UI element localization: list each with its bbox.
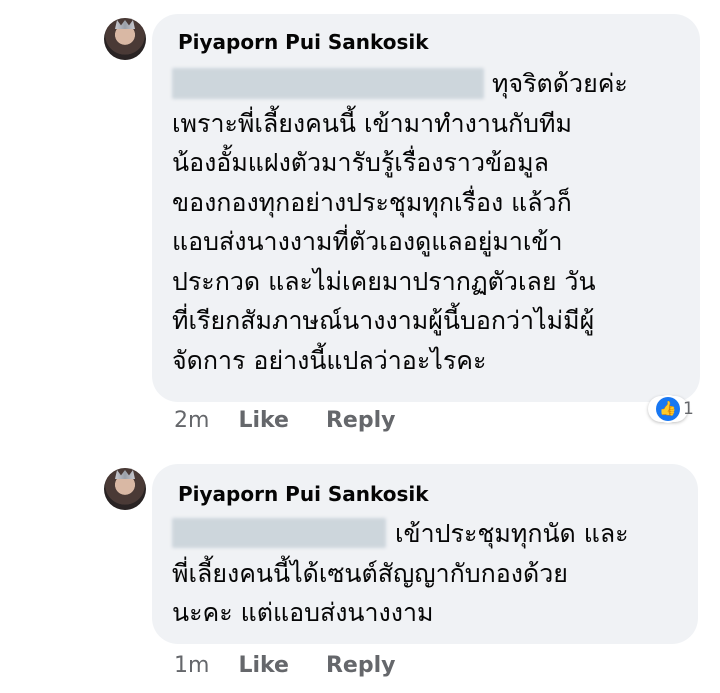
crown-icon [115,470,135,479]
comment-line: แอบส่งนางงามที่ตัวเองดูแลอยู่มาเข้า [172,227,563,256]
comment-line: ประกวด และไม่เคยมาปรากฏตัวเลย วัน [172,267,596,296]
like-thumb-icon: 👍 [656,397,680,421]
comment-line: ของกองทุกอย่างประชุมทุกเรื่อง แล้วก็ [172,188,572,217]
comment-timestamp[interactable]: 2m [174,408,209,433]
comment-author[interactable]: Piyaporn Pui Sankosik [178,30,429,54]
comment-line: ที่เรียกสัมภาษณ์นางงามผู้นี้บอกว่าไม่มีผ… [172,306,595,335]
comment-line: ทุจริตด้วยค่ะ [492,69,628,98]
comment-line: เพราะพี่เลี้ยงคนนี้ เข้ามาทำงานกับทีม [172,109,572,138]
reaction-summary[interactable]: 👍 1 [656,397,694,421]
like-button[interactable]: Like [238,408,289,433]
comment-actions: 2m Like Reply [174,408,395,433]
comment-timestamp[interactable]: 1m [174,653,209,678]
redacted-mention [172,68,484,99]
redacted-mention [172,518,386,548]
author-avatar[interactable] [104,18,146,60]
like-button[interactable]: Like [238,653,289,678]
author-avatar[interactable] [104,468,146,510]
reply-button[interactable]: Reply [326,653,396,678]
comment-line: พี่เลี้ยงคนนี้ได้เซนต์สัญญากับกองด้วย [172,559,568,588]
crown-icon [115,20,135,29]
comment-actions: 1m Like Reply [174,653,395,678]
comment-line: จัดการ อย่างนี้แปลว่าอะไรคะ [172,346,487,375]
comment-line: เข้าประชุมทุกนัด และ [395,519,629,548]
reaction-count: 1 [683,399,694,419]
comment-line: น้องอั้มแฝงตัวมารับรู้เรื่องราวข้อมูล [172,148,549,177]
reply-button[interactable]: Reply [326,408,396,433]
comment-author[interactable]: Piyaporn Pui Sankosik [178,482,429,506]
comment-line: นะคะ แต่แอบส่งนางงาม [172,598,434,627]
